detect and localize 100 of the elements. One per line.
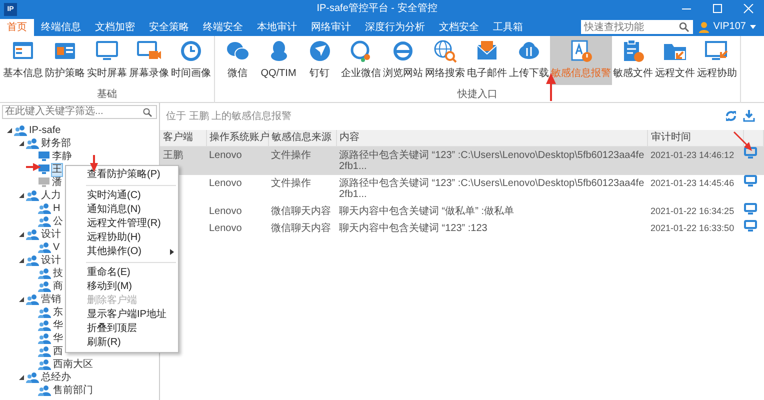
ribbon-button[interactable]: 上传下载 xyxy=(508,36,550,85)
menu-tab[interactable]: 终端信息 xyxy=(34,19,88,36)
column-header[interactable]: 审计时间 xyxy=(648,130,744,146)
maximize-icon[interactable] xyxy=(712,4,723,14)
menu-tab[interactable]: 终端安全 xyxy=(196,19,250,36)
alert-document-icon xyxy=(569,39,593,63)
menu-item[interactable]: 其他操作(O) xyxy=(66,245,178,259)
tree-item[interactable]: 营销 xyxy=(41,294,61,306)
menu-tab[interactable]: 深度行为分析 xyxy=(358,19,432,36)
ribbon-button[interactable]: 电子邮件 xyxy=(466,36,508,85)
menu-tab[interactable]: 安全策略 xyxy=(142,19,196,36)
tree-item[interactable]: 总经办 xyxy=(41,372,71,384)
menu-item[interactable]: 显示客户端IP地址 xyxy=(66,308,178,322)
ribbon-button[interactable]: 实时屏幕 xyxy=(86,36,128,85)
group-title: 快捷入口 xyxy=(456,89,498,102)
people-icon xyxy=(38,242,51,253)
tree-item[interactable]: 商 xyxy=(53,280,63,292)
expand-icon[interactable] xyxy=(18,297,24,302)
tree-item[interactable]: H xyxy=(53,202,60,214)
clock-icon xyxy=(179,39,203,63)
monitor-icon[interactable] xyxy=(744,147,756,159)
tree-item[interactable]: 东 xyxy=(53,306,63,318)
ribbon-button[interactable]: 钉钉 xyxy=(299,36,340,85)
column-header[interactable]: 客户端 xyxy=(160,130,206,146)
expand-icon[interactable] xyxy=(18,375,24,380)
ribbon-button[interactable]: QQ/TIM xyxy=(258,36,299,85)
people-icon xyxy=(38,320,51,331)
browser-icon xyxy=(391,39,415,63)
expand-icon[interactable] xyxy=(18,193,24,198)
menu-tab[interactable]: 文档安全 xyxy=(432,19,486,36)
tree-item[interactable]: 技 xyxy=(53,268,63,280)
clipboard-alert-icon xyxy=(621,39,645,63)
globe-search-icon xyxy=(433,39,457,63)
ribbon-button[interactable]: 远程协助 xyxy=(696,36,738,85)
table-cell: 2021-01-22 16:33:50 xyxy=(650,223,734,233)
tree-item[interactable]: 西南大区 xyxy=(53,358,93,370)
monitor-icon[interactable] xyxy=(744,220,756,232)
tree-item[interactable]: 潘 xyxy=(52,176,62,188)
tree-item[interactable]: 财务部 xyxy=(41,138,71,150)
ribbon-button[interactable]: 防护策略 xyxy=(44,36,86,85)
ribbon-button[interactable]: 时间画像 xyxy=(170,36,212,85)
tree-item[interactable]: 人力 xyxy=(41,190,61,202)
ribbon-button[interactable]: 屏幕录像 xyxy=(128,36,170,85)
people-icon xyxy=(38,359,51,370)
user-name[interactable]: VIP107 xyxy=(713,21,746,33)
monitor-icon[interactable] xyxy=(744,203,756,215)
envelope-icon xyxy=(475,39,499,63)
tree-item[interactable]: V xyxy=(53,242,60,254)
menu-item[interactable]: 移动到(M) xyxy=(66,280,178,294)
menu-tab[interactable]: 本地审计 xyxy=(250,19,304,36)
people-icon xyxy=(26,294,39,305)
menu-item[interactable]: 刷新(R) xyxy=(66,336,178,350)
annotation-arrow xyxy=(26,163,41,171)
tree-item[interactable]: 公 xyxy=(53,216,63,228)
window-title: IP-safe管控平台 - 安全管控 xyxy=(316,3,438,15)
tree-item[interactable]: 王 xyxy=(52,164,62,176)
refresh-icon[interactable] xyxy=(725,110,737,122)
table-cell: 微信聊天内容 xyxy=(271,223,331,234)
close-icon[interactable] xyxy=(743,4,754,14)
ribbon-button[interactable]: 敏感文件 xyxy=(612,36,654,85)
tree-item[interactable]: 华 xyxy=(53,332,63,344)
ribbon-button[interactable]: 企业微信 xyxy=(340,36,382,85)
tree-item[interactable]: 设计 xyxy=(41,254,61,266)
table-cell: 文件操作 xyxy=(271,178,311,189)
tree-item[interactable]: 设计 xyxy=(41,228,61,240)
column-header[interactable]: 内容 xyxy=(336,130,648,146)
people-icon xyxy=(38,203,51,214)
table-cell: 聊天内容中包含关键词 “做私单” :做私单 xyxy=(339,206,514,217)
expand-icon[interactable] xyxy=(18,232,24,237)
column-header[interactable]: 敏感信息来源 xyxy=(268,130,336,146)
tree-item[interactable]: 售前部门 xyxy=(53,384,93,396)
expand-icon[interactable] xyxy=(6,128,12,133)
tree-item[interactable]: 西 xyxy=(53,346,63,358)
tree-item[interactable]: 华 xyxy=(53,320,63,332)
search-field[interactable]: 快速查找功能 xyxy=(581,20,694,34)
menu-tab[interactable]: 工具箱 xyxy=(486,19,530,36)
tree-item[interactable]: IP-safe xyxy=(29,124,61,136)
menu-tab[interactable]: 文档加密 xyxy=(88,19,142,36)
ribbon-button[interactable]: 基本信息 xyxy=(2,36,44,85)
search-icon[interactable] xyxy=(679,22,690,32)
menu-tab[interactable]: 网络审计 xyxy=(304,19,358,36)
download-icon[interactable] xyxy=(743,110,755,122)
ribbon-button[interactable]: 微信 xyxy=(217,36,258,85)
ribbon-button[interactable]: 远程文件 xyxy=(654,36,696,85)
table-cell: Lenovo xyxy=(209,206,242,217)
expand-icon[interactable] xyxy=(18,141,24,146)
search-icon[interactable] xyxy=(143,108,152,116)
caret-icon[interactable] xyxy=(750,25,756,29)
speech-bubble-icon xyxy=(349,39,373,63)
menu-item[interactable]: 折叠到顶层 xyxy=(66,322,178,336)
tree-item[interactable]: 李静 xyxy=(52,150,72,162)
ribbon-button[interactable]: 浏览网站 xyxy=(382,36,424,85)
column-header[interactable]: 操作系统账户 xyxy=(206,130,268,146)
table-cell: 文件操作 xyxy=(271,150,311,161)
expand-icon[interactable] xyxy=(18,258,24,263)
menu-item[interactable]: 重命名(E) xyxy=(66,266,178,280)
monitor-icon[interactable] xyxy=(744,175,756,187)
ribbon-button[interactable]: 网络搜索 xyxy=(424,36,466,85)
people-icon xyxy=(38,385,51,396)
people-icon xyxy=(26,138,39,149)
